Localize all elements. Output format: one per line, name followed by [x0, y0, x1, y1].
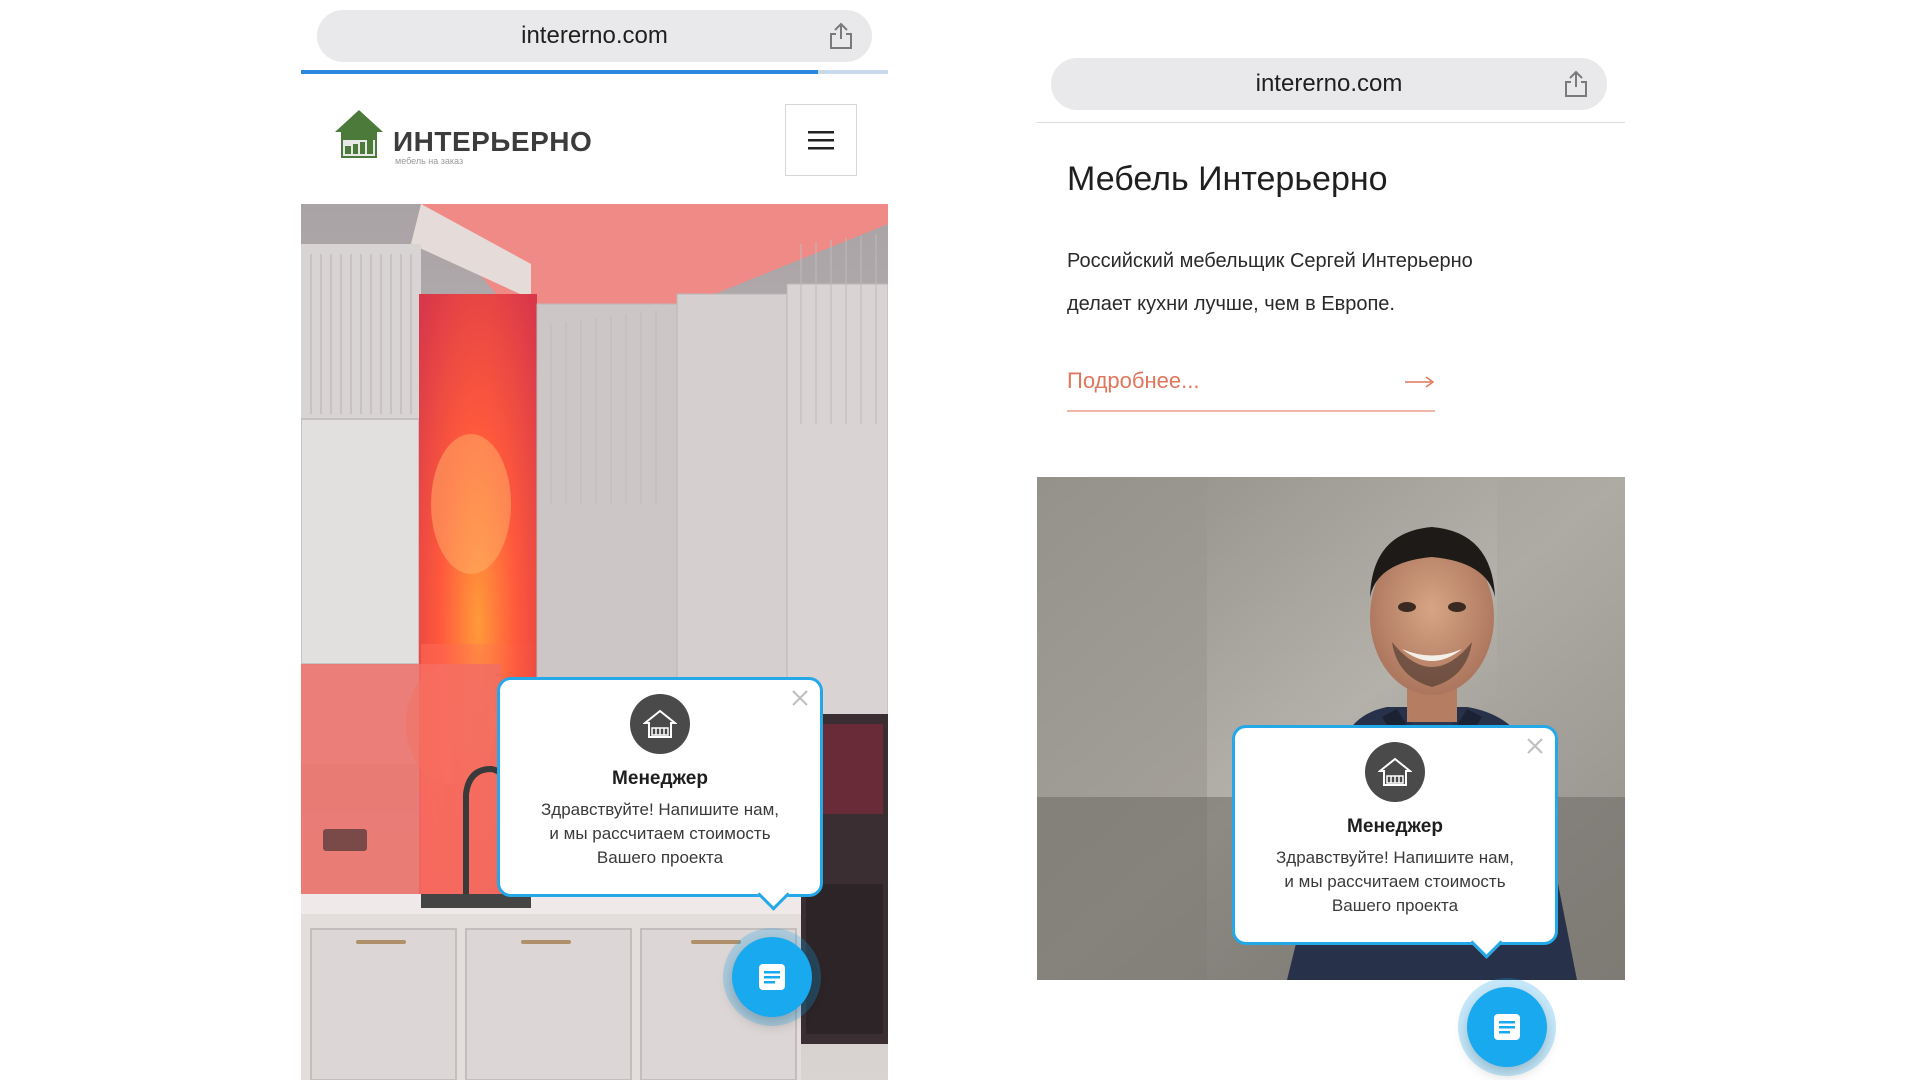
chat-icon: [1494, 1014, 1520, 1040]
close-icon[interactable]: [1525, 736, 1545, 756]
chat-button[interactable]: [732, 937, 812, 1017]
greeting-line: Здравствуйте! Напишите нам,: [1276, 848, 1514, 867]
manager-name: Менеджер: [612, 768, 708, 789]
page-load-progress-fill: [301, 70, 818, 74]
page-title: Мебель Интерьерно: [1067, 160, 1388, 198]
close-icon[interactable]: [790, 688, 810, 708]
page-load-progress: [301, 70, 888, 74]
share-icon[interactable]: [828, 22, 854, 50]
greeting-message: Здравствуйте! Напишите нам, и мы рассчит…: [500, 798, 820, 870]
logo-subtitle: мебель на заказ: [395, 156, 464, 166]
more-link[interactable]: Подробнее...: [1067, 368, 1435, 412]
phone-right: intererno.com Мебель Интерьерно Российск…: [1037, 0, 1625, 1080]
chat-greeting-popup[interactable]: Менеджер Здравствуйте! Напишите нам, и м…: [1232, 725, 1558, 959]
chat-greeting-popup[interactable]: Менеджер Здравствуйте! Напишите нам, и м…: [497, 677, 823, 911]
intro-line: Российский мебельщик Сергей Интерьерно: [1067, 250, 1473, 272]
greeting-message: Здравствуйте! Напишите нам, и мы рассчит…: [1235, 846, 1555, 918]
header-divider: [1037, 122, 1625, 123]
manager-avatar: [630, 694, 690, 754]
hamburger-menu-button[interactable]: [785, 104, 857, 176]
house-logo-icon: [1378, 757, 1412, 786]
address-bar[interactable]: intererno.com: [1051, 58, 1607, 110]
greeting-line: Вашего проекта: [1331, 896, 1459, 915]
manager-avatar: [1365, 742, 1425, 802]
house-logo-icon: [643, 709, 677, 738]
intro-line: делает кухни лучше, чем в Европе.: [1067, 293, 1395, 315]
more-link-label: Подробнее...: [1067, 368, 1200, 393]
greeting-line: Вашего проекта: [596, 848, 724, 867]
intro-text: Российский мебельщик Сергей Интерьерно д…: [1067, 240, 1587, 326]
url-text: intererno.com: [521, 22, 668, 49]
logo-title: ИНТЕРЬЕРНО: [393, 126, 593, 157]
url-text: intererno.com: [1255, 70, 1403, 97]
hamburger-menu-icon: [808, 131, 834, 150]
chat-button[interactable]: [1467, 987, 1547, 1067]
chat-icon: [759, 964, 785, 990]
greeting-line: и мы рассчитаем стоимость: [549, 824, 771, 843]
share-icon[interactable]: [1563, 70, 1589, 98]
phone-left: intererno.com ИНТЕРЬЕРНО мебель на заказ: [301, 0, 888, 1080]
house-logo-icon: [335, 110, 383, 158]
manager-name: Менеджер: [1347, 816, 1443, 837]
greeting-line: Здравствуйте! Напишите нам,: [541, 800, 779, 819]
arrow-right-icon: [1405, 376, 1435, 388]
greeting-line: и мы рассчитаем стоимость: [1284, 872, 1506, 891]
site-logo[interactable]: ИНТЕРЬЕРНО мебель на заказ: [331, 106, 592, 176]
address-bar[interactable]: intererno.com: [317, 10, 872, 62]
